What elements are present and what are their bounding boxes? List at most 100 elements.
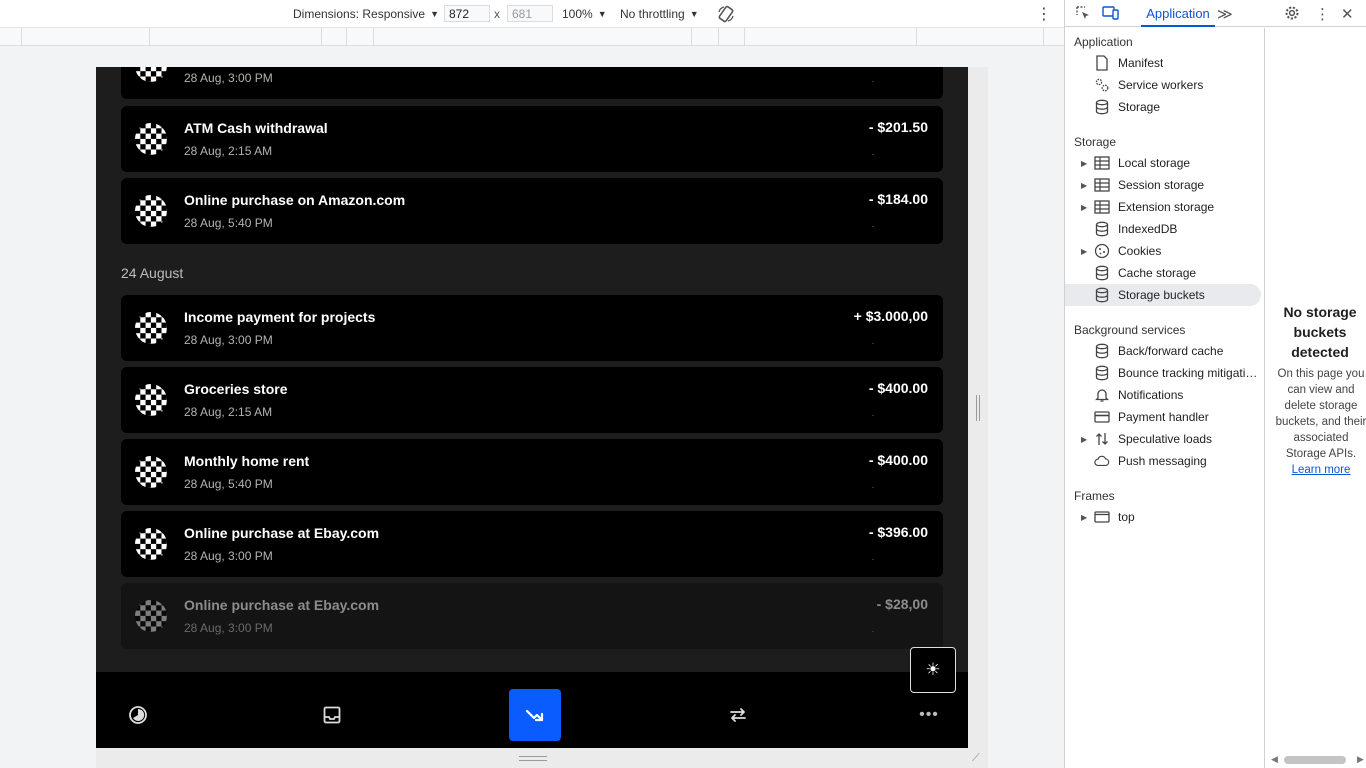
more-options-icon[interactable]: ⋮ [1036, 0, 1052, 27]
transaction-date: 28 Aug, 3:00 PM [184, 71, 273, 85]
width-input[interactable]: 872 [444, 5, 490, 22]
learn-more-link[interactable]: Learn more [1292, 464, 1351, 476]
scrollbar-thumb[interactable] [1284, 756, 1346, 764]
sidebar-item-payment-handler[interactable]: Payment handler [1065, 406, 1261, 428]
transaction-row[interactable]: 28 Aug, 3:00 PM [121, 67, 943, 99]
throttling-dropdown[interactable]: No throttling ▼ [620, 0, 699, 27]
expand-arrow-icon[interactable]: ▶ [1081, 513, 1087, 522]
app-viewport: 28 Aug, 3:00 PM ATM Cash withdrawal 28 A… [96, 67, 968, 748]
gear-icon[interactable] [1284, 5, 1300, 24]
transaction-amount: - $400.00 [868, 380, 928, 396]
zoom-dropdown[interactable]: 100% ▼ [562, 0, 607, 27]
expand-arrow-icon[interactable]: ▶ [1081, 159, 1087, 168]
nav-inbox-button[interactable] [306, 689, 358, 741]
arrows-updown-icon [1094, 431, 1110, 447]
devtools-tabbar: Application ≫ ⋮ ✕ [1065, 0, 1366, 27]
transaction-amount: - $396.00 [868, 524, 928, 540]
transaction-date: 28 Aug, 5:40 PM [184, 216, 273, 230]
avatar [135, 123, 167, 155]
transaction-date: 28 Aug, 2:15 AM [184, 405, 273, 419]
sidebar-item-cache-storage[interactable]: Cache storage [1065, 262, 1261, 284]
scroll-left-icon[interactable]: ◀ [1271, 754, 1278, 765]
expand-arrow-icon[interactable]: ▶ [1081, 247, 1087, 256]
scroll-right-icon[interactable]: ▶ [1357, 754, 1364, 765]
resize-corner-icon[interactable]: ⟋ [972, 752, 980, 765]
chart-pie-icon [129, 706, 147, 724]
expand-arrow-icon[interactable]: ▶ [1081, 435, 1087, 444]
sidebar-item-notifications[interactable]: Notifications [1065, 384, 1261, 406]
database-icon [1094, 365, 1110, 381]
transaction-date: 28 Aug, 2:15 AM [184, 144, 273, 158]
sidebar-item-storage[interactable]: Storage [1065, 96, 1261, 118]
sidebar-item-session-storage[interactable]: ▶ Session storage [1065, 174, 1261, 196]
transaction-title: Income payment for projects [184, 309, 376, 325]
close-icon[interactable]: ✕ [1341, 5, 1354, 23]
sidebar-item-indexeddb[interactable]: IndexedDB [1065, 218, 1261, 240]
transaction-amount: - $201.50 [868, 119, 928, 135]
transaction-row[interactable]: Online purchase on Amazon.com 28 Aug, 5:… [121, 178, 943, 244]
transaction-row[interactable]: Income payment for projects 28 Aug, 3:00… [121, 295, 943, 361]
sidebar-item-extension-storage[interactable]: ▶ Extension storage [1065, 196, 1261, 218]
section-storage: Storage [1074, 135, 1117, 149]
device-toggle-icon[interactable] [1102, 5, 1120, 24]
sidebar-item-bounce-tracking[interactable]: Bounce tracking mitigations [1065, 362, 1261, 384]
inspect-element-icon[interactable] [1075, 5, 1091, 24]
transaction-row[interactable]: Online purchase at Ebay.com 28 Aug, 3:00… [121, 583, 943, 649]
transaction-title: Groceries store [184, 381, 288, 397]
caret-down-icon: ▼ [430, 8, 439, 19]
nav-more-button[interactable]: ••• [903, 689, 955, 741]
dimensions-dropdown[interactable]: Dimensions: Responsive ▼ [293, 0, 439, 27]
transaction-row[interactable]: ATM Cash withdrawal 28 Aug, 2:15 AM - $2… [121, 106, 943, 172]
transaction-row[interactable]: Monthly home rent 28 Aug, 5:40 PM - $400… [121, 439, 943, 505]
theme-toggle-button[interactable]: ☀ [910, 647, 956, 693]
tab-application[interactable]: Application [1141, 0, 1215, 27]
avatar [135, 67, 167, 82]
sidebar-item-local-storage[interactable]: ▶ Local storage [1065, 152, 1261, 174]
times-separator: x [494, 6, 500, 21]
sidebar-item-manifest[interactable]: Manifest [1065, 52, 1261, 74]
kebab-menu-icon[interactable]: ⋮ [1315, 5, 1330, 23]
nav-transfer-button[interactable] [712, 689, 764, 741]
rotate-button[interactable] [716, 0, 736, 27]
expand-arrow-icon[interactable]: ▶ [1081, 203, 1087, 212]
transaction-date: 28 Aug, 3:00 PM [184, 621, 273, 635]
nav-trending-button[interactable] [509, 689, 561, 741]
database-icon [1094, 343, 1110, 359]
zoom-label: 100% [562, 6, 593, 21]
sidebar-item-push-messaging[interactable]: Push messaging [1065, 450, 1261, 472]
transaction-date: 28 Aug, 3:00 PM [184, 549, 273, 563]
sidebar-item-storage-buckets[interactable]: Storage buckets [1065, 284, 1261, 306]
nav-analytics-button[interactable] [112, 689, 164, 741]
sidebar-item-speculative-loads[interactable]: ▶ Speculative loads [1065, 428, 1261, 450]
avatar [135, 600, 167, 632]
horizontal-scrollbar[interactable]: ◀ ▶ [1271, 754, 1365, 766]
resize-handle-icon[interactable] [976, 395, 980, 421]
sidebar-item-frame-top[interactable]: ▶ top [1065, 506, 1261, 528]
transaction-row[interactable]: Online purchase at Ebay.com 28 Aug, 3:00… [121, 511, 943, 577]
inbox-icon [323, 706, 341, 724]
trending-icon [525, 709, 544, 722]
height-input[interactable]: 681 [507, 5, 553, 22]
application-sidebar: Application Manifest Service workers Sto… [1065, 28, 1265, 768]
sidebar-item-back-forward-cache[interactable]: Back/forward cache [1065, 340, 1261, 362]
transaction-row[interactable]: Groceries store 28 Aug, 2:15 AM - $400.0… [121, 367, 943, 433]
table-icon [1094, 155, 1110, 171]
table-icon [1094, 177, 1110, 193]
sidebar-item-cookies[interactable]: ▶ Cookies [1065, 240, 1261, 262]
caret-down-icon: ▼ [597, 8, 607, 19]
file-icon [1094, 55, 1110, 71]
bottom-navigation: ••• [96, 672, 968, 748]
avatar [135, 195, 167, 227]
more-tabs-icon[interactable]: ≫ [1217, 5, 1233, 23]
avatar [135, 312, 167, 344]
expand-arrow-icon[interactable]: ▶ [1081, 181, 1087, 190]
transaction-date: 28 Aug, 5:40 PM [184, 477, 273, 491]
gears-icon [1094, 77, 1110, 93]
sidebar-item-service-workers[interactable]: Service workers [1065, 74, 1261, 96]
transaction-amount: - $184.00 [868, 191, 928, 207]
device-toolbar: Dimensions: Responsive ▼ 872 x 681 100% … [0, 0, 1064, 27]
transfer-icon [730, 708, 746, 722]
section-background-services: Background services [1074, 323, 1186, 337]
frame-icon [1094, 509, 1110, 525]
resize-handle-icon[interactable] [519, 756, 547, 761]
